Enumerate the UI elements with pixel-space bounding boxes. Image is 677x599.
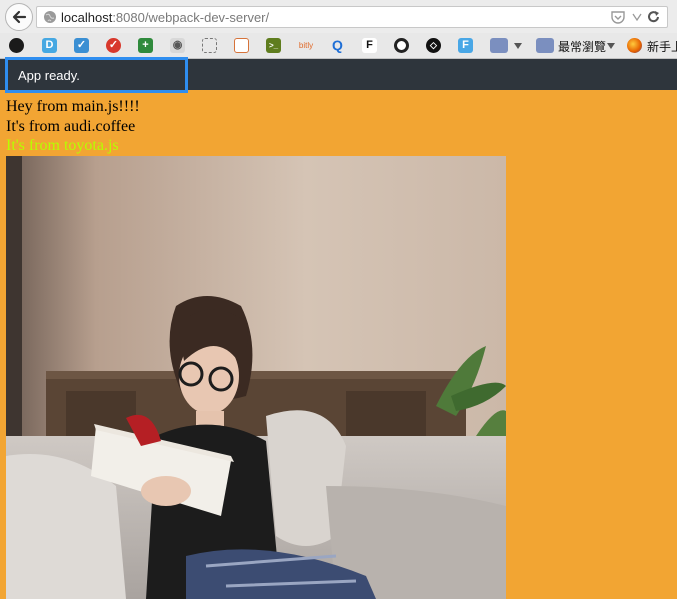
bitly-icon[interactable]: bitly	[297, 38, 315, 53]
woman-reading-photo-image	[6, 156, 506, 599]
notification-text: App ready.	[18, 68, 80, 83]
folder-most-visited-icon[interactable]	[536, 38, 554, 53]
circle-bookmark-icon[interactable]	[394, 38, 409, 53]
audi-coffee-text: It's from audi.coffee	[6, 118, 136, 135]
bookmark-plus-icon[interactable]: +	[138, 38, 153, 53]
bookmark-folder-label[interactable]: 最常瀏覽	[558, 38, 606, 55]
address-bar[interactable]: localhost:8080/webpack-dev-server/	[36, 6, 668, 28]
back-button[interactable]	[5, 3, 33, 31]
reload-icon[interactable]	[647, 10, 661, 24]
pocket-icon[interactable]	[611, 10, 625, 24]
terminal-icon[interactable]: >_	[266, 38, 281, 53]
todoist-icon[interactable]: ✓	[106, 38, 121, 53]
url-text: localhost:8080/webpack-dev-server/	[61, 10, 270, 25]
browser-toolbar: localhost:8080/webpack-dev-server/	[0, 0, 677, 33]
main-js-text: Hey from main.js!!!!	[6, 98, 140, 115]
dashed-box-icon[interactable]	[202, 38, 217, 53]
bookmark-d-icon[interactable]: D	[42, 38, 57, 53]
quora-icon[interactable]: Q	[330, 38, 345, 53]
globe-icon	[44, 11, 56, 23]
chevron-down-icon[interactable]	[607, 43, 615, 49]
photo-woman-reading	[6, 156, 506, 599]
app-ready-notification: App ready.	[5, 57, 188, 93]
bookmark-f-icon[interactable]: F	[362, 38, 377, 53]
firefox-icon[interactable]	[627, 38, 642, 53]
bookmarks-toolbar: D ✓ ✓ + ◉ >_ bitly Q F ◇ F 最常瀏覽 新手上	[0, 33, 677, 59]
feed-reader-icon[interactable]	[234, 38, 249, 53]
chevron-down-icon[interactable]	[632, 13, 642, 21]
bookmark-check-icon[interactable]: ✓	[74, 38, 89, 53]
github-icon[interactable]	[9, 38, 24, 53]
bookmark-f-blue-icon[interactable]: F	[458, 38, 473, 53]
codepen-icon[interactable]: ◇	[426, 38, 441, 53]
owl-icon[interactable]: ◉	[170, 38, 185, 53]
bookmark-newbie-label[interactable]: 新手上	[647, 38, 677, 55]
back-arrow-icon	[12, 10, 27, 24]
chevron-down-icon[interactable]	[514, 43, 522, 49]
toyota-js-text: It's from toyota.js	[6, 137, 119, 154]
folder-icon[interactable]	[490, 38, 508, 53]
